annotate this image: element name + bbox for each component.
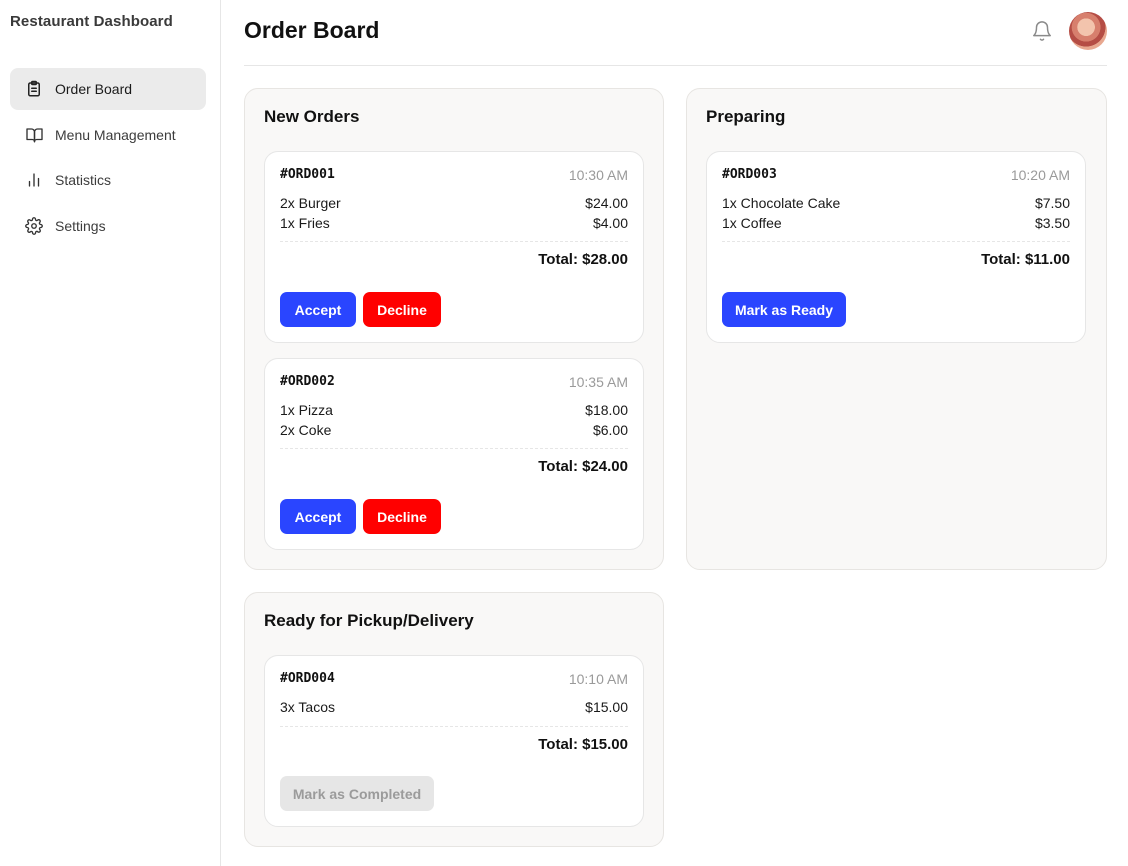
avatar[interactable] xyxy=(1069,12,1107,50)
order-card: #ORD004 10:10 AM 3x Tacos $15.00 Total: … xyxy=(264,655,644,827)
sidebar-item-statistics[interactable]: Statistics xyxy=(10,159,206,201)
header-divider xyxy=(244,65,1107,66)
item-price: $15.00 xyxy=(585,699,628,715)
order-item-row: 2x Coke $6.00 xyxy=(280,422,628,442)
order-header: #ORD004 10:10 AM xyxy=(280,671,628,689)
order-items: 3x Tacos $15.00 xyxy=(280,699,628,719)
sidebar-item-label: Statistics xyxy=(55,172,112,188)
item-name: 3x Tacos xyxy=(280,699,335,715)
order-card: #ORD001 10:30 AM 2x Burger $24.00 1x Fri… xyxy=(264,151,644,343)
sidebar-item-label: Menu Management xyxy=(55,126,176,143)
order-id: #ORD001 xyxy=(280,167,335,182)
app-brand: Restaurant Dashboard xyxy=(10,13,173,30)
order-divider xyxy=(280,241,628,242)
accept-button[interactable]: Accept xyxy=(280,292,356,327)
order-divider xyxy=(280,726,628,727)
item-name: 2x Burger xyxy=(280,195,341,211)
sidebar-item-label: Settings xyxy=(55,217,106,234)
bell-icon[interactable] xyxy=(1031,20,1053,42)
order-id: #ORD003 xyxy=(722,167,777,182)
order-card: #ORD003 10:20 AM 1x Chocolate Cake $7.50… xyxy=(706,151,1086,343)
mark-as-completed-button[interactable]: Mark as Completed xyxy=(280,776,434,811)
order-header: #ORD003 10:20 AM xyxy=(722,167,1070,185)
order-header: #ORD001 10:30 AM xyxy=(280,167,628,185)
sidebar-nav: Order Board Menu Management Statistics S… xyxy=(10,68,206,250)
bar-chart-icon xyxy=(24,170,44,190)
accept-button[interactable]: Accept xyxy=(280,499,356,534)
gear-icon xyxy=(24,216,44,236)
column-preparing: Preparing #ORD003 10:20 AM 1x Chocolate … xyxy=(686,88,1107,570)
page-title: Order Board xyxy=(244,17,380,43)
order-time: 10:20 AM xyxy=(1010,167,1070,183)
item-price: $4.00 xyxy=(592,214,628,231)
item-name: 1x Pizza xyxy=(280,402,333,418)
item-price: $24.00 xyxy=(585,195,628,211)
order-id: #ORD004 xyxy=(280,671,335,686)
sidebar-item-label: Order Board xyxy=(55,81,133,97)
column-title: Ready for Pickup/Delivery xyxy=(264,611,474,630)
decline-button[interactable]: Decline xyxy=(363,499,441,534)
order-item-row: 3x Tacos $15.00 xyxy=(280,699,628,719)
column-title: Preparing xyxy=(706,107,786,126)
order-item-row: 1x Fries $4.00 xyxy=(280,215,628,235)
order-items: 2x Burger $24.00 1x Fries $4.00 xyxy=(280,195,628,234)
item-price: $18.00 xyxy=(585,402,628,418)
order-divider xyxy=(280,448,628,449)
order-time: 10:35 AM xyxy=(568,374,628,390)
item-name: 2x Coke xyxy=(280,421,332,438)
item-price: $7.50 xyxy=(1034,195,1070,211)
order-total: Total: $28.00 xyxy=(538,251,628,268)
item-name: 1x Coffee xyxy=(722,214,782,231)
order-items: 1x Chocolate Cake $7.50 1x Coffee $3.50 xyxy=(722,195,1070,234)
column-ready: Ready for Pickup/Delivery #ORD004 10:10 … xyxy=(244,592,664,847)
order-divider xyxy=(722,241,1070,242)
column-new-orders: New Orders #ORD001 10:30 AM 2x Burger $2… xyxy=(244,88,664,570)
item-name: 1x Chocolate Cake xyxy=(722,195,841,211)
sidebar-item-order-board[interactable]: Order Board xyxy=(10,68,206,110)
order-total: Total: $24.00 xyxy=(538,458,628,475)
item-price: $6.00 xyxy=(592,421,628,438)
order-total: Total: $11.00 xyxy=(981,251,1070,268)
mark-as-ready-button[interactable]: Mark as Ready xyxy=(722,292,846,327)
order-card: #ORD002 10:35 AM 1x Pizza $18.00 2x Coke… xyxy=(264,358,644,550)
order-id: #ORD002 xyxy=(280,374,335,389)
order-item-row: 2x Burger $24.00 xyxy=(280,195,628,215)
sidebar: Restaurant Dashboard Order Board Menu Ma xyxy=(0,0,221,866)
order-item-row: 1x Coffee $3.50 xyxy=(722,215,1070,235)
order-item-row: 1x Pizza $18.00 xyxy=(280,402,628,422)
item-price: $3.50 xyxy=(1034,214,1070,231)
book-open-icon xyxy=(24,125,44,145)
order-time: 10:10 AM xyxy=(568,671,628,687)
item-name: 1x Fries xyxy=(280,214,330,231)
column-title: New Orders xyxy=(264,107,360,126)
order-total: Total: $15.00 xyxy=(538,736,628,753)
order-time: 10:30 AM xyxy=(568,167,628,183)
decline-button[interactable]: Decline xyxy=(363,292,441,327)
order-header: #ORD002 10:35 AM xyxy=(280,374,628,392)
order-item-row: 1x Chocolate Cake $7.50 xyxy=(722,195,1070,215)
sidebar-item-menu-management[interactable]: Menu Management xyxy=(10,114,206,156)
sidebar-item-settings[interactable]: Settings xyxy=(10,205,206,247)
order-items: 1x Pizza $18.00 2x Coke $6.00 xyxy=(280,402,628,441)
clipboard-icon xyxy=(24,79,44,99)
